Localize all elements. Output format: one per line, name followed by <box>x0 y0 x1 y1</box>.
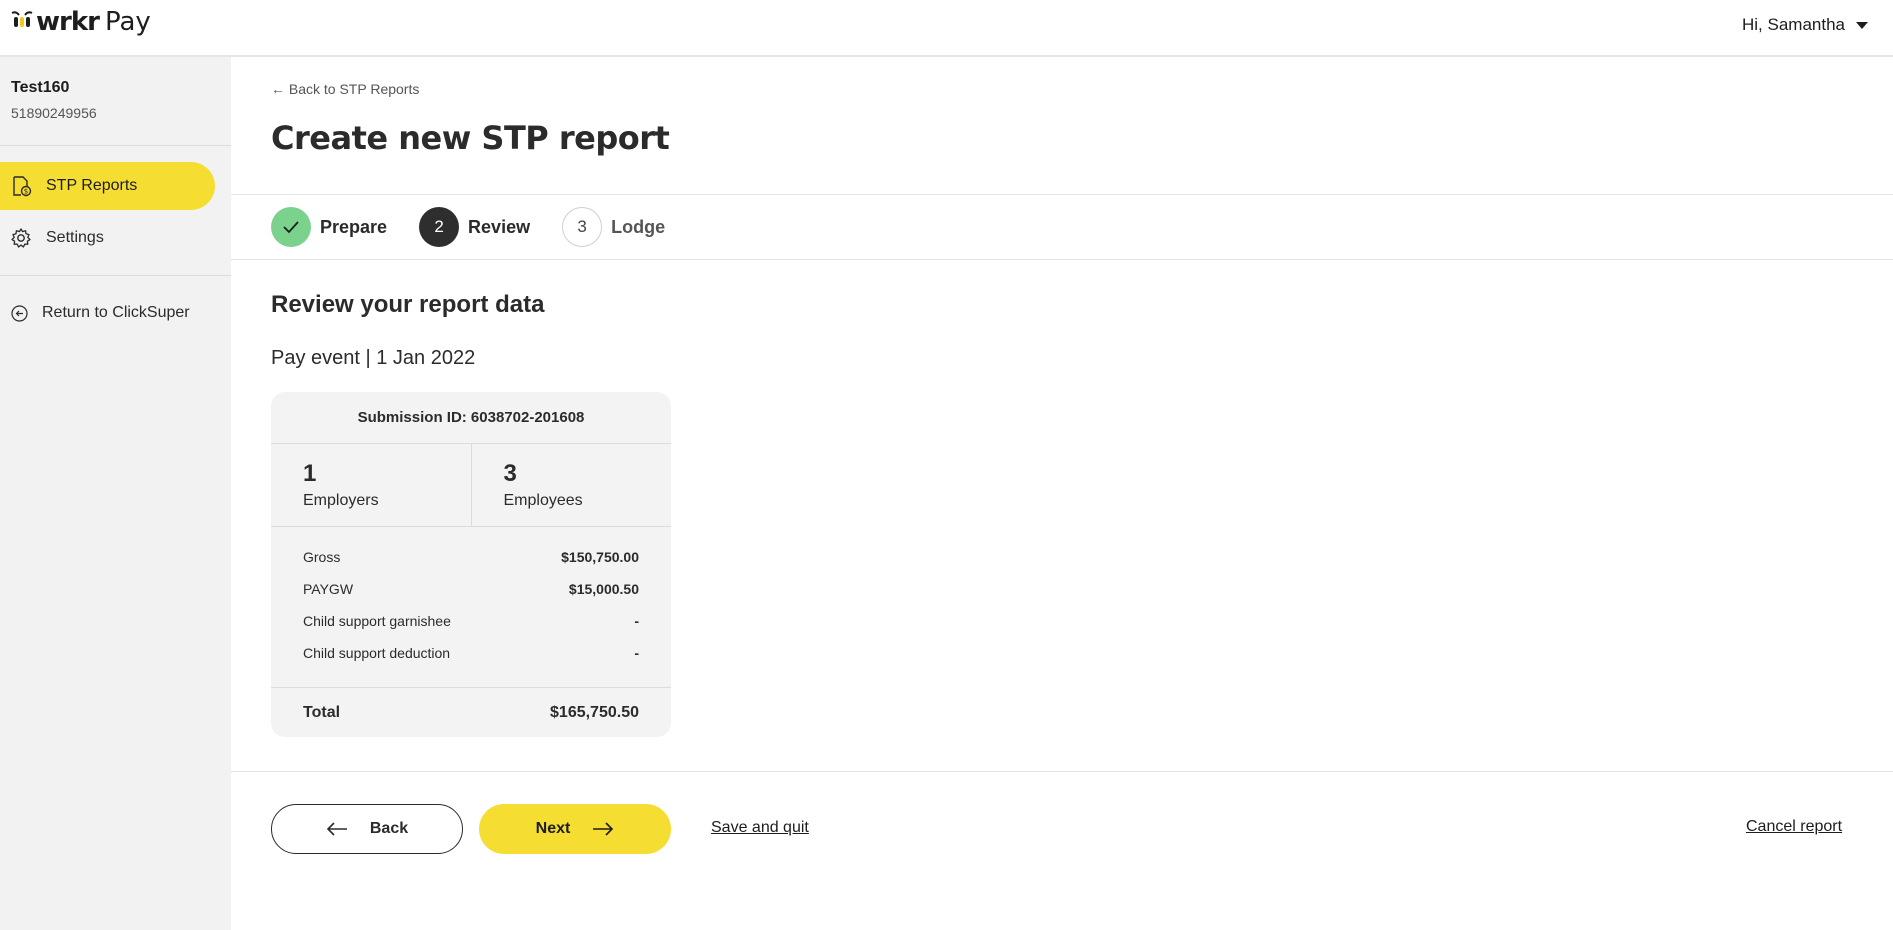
step-label: Review <box>468 216 531 237</box>
step-label: Lodge <box>611 216 666 237</box>
sidebar-item-label: STP Reports <box>46 177 138 194</box>
line-value: - <box>634 613 639 629</box>
sidebar-item-label: Settings <box>46 229 104 246</box>
arrow-left-circle-icon <box>11 304 28 322</box>
back-button-label: Back <box>369 820 409 837</box>
logo-wordmark: wrkr <box>36 7 100 37</box>
step-prepare: Prepare <box>271 207 387 247</box>
employers-count-cell: 1 Employers <box>271 444 471 526</box>
employers-count: 1 <box>303 460 317 487</box>
org-id: 51890249956 <box>11 105 97 121</box>
list-item: Gross $150,750.00 <box>303 549 639 581</box>
sidebar: Test160 51890249956 $ STP Reports Settin… <box>0 57 231 930</box>
page-title: Create new STP report <box>271 119 670 157</box>
divider <box>231 771 1893 772</box>
report-summary-card: Submission ID: 6038702-201608 1 Employer… <box>271 392 671 737</box>
back-to-stp-reports-link[interactable]: ← Back to STP Reports <box>271 81 419 97</box>
sidebar-item-stp-reports[interactable]: $ STP Reports <box>0 162 215 210</box>
user-menu[interactable]: Hi, Samantha <box>1742 15 1868 35</box>
section-title: Review your report data <box>271 291 545 318</box>
total-label: Total <box>303 704 341 721</box>
next-button[interactable]: Next <box>479 804 671 854</box>
submission-id: Submission ID: 6038702-201608 <box>271 392 671 444</box>
list-item: PAYGW $15,000.50 <box>303 581 639 613</box>
line-label: PAYGW <box>303 581 354 597</box>
line-value: - <box>634 645 639 661</box>
sidebar-nav: $ STP Reports Settings <box>0 146 231 276</box>
total-value: $165,750.50 <box>550 704 639 721</box>
return-link-label: Return to ClickSuper <box>42 304 190 321</box>
save-and-quit-link[interactable]: Save and quit <box>711 819 809 837</box>
counts-row: 1 Employers 3 Employees <box>271 444 671 527</box>
step-number: 3 <box>562 207 603 247</box>
pay-event-heading: Pay event | 1 Jan 2022 <box>271 347 476 369</box>
employees-count: 3 <box>503 460 517 487</box>
gear-icon <box>11 228 31 248</box>
total-row: Total $165,750.50 <box>271 688 671 722</box>
line-value: $150,750.00 <box>561 549 639 565</box>
main-content: ← Back to STP Reports Create new STP rep… <box>231 57 1893 930</box>
check-icon <box>271 207 311 247</box>
bee-logo-icon <box>11 11 33 27</box>
employees-label: Employees <box>503 492 583 509</box>
step-label: Prepare <box>320 216 388 237</box>
svg-text:$: $ <box>24 188 28 196</box>
line-label: Child support deduction <box>303 645 451 661</box>
sidebar-item-settings[interactable]: Settings <box>0 214 215 262</box>
line-value: $15,000.50 <box>568 581 639 597</box>
back-button[interactable]: Back <box>271 804 463 854</box>
arrow-left-icon <box>326 822 347 836</box>
step-review: 2 Review <box>419 207 530 247</box>
cancel-report-link[interactable]: Cancel report <box>1746 818 1842 836</box>
step-lodge: 3 Lodge <box>562 207 665 247</box>
next-button-label: Next <box>535 820 571 837</box>
return-to-clicksuper-link[interactable]: Return to ClickSuper <box>0 276 231 322</box>
arrow-right-icon <box>593 822 614 836</box>
organisation-info: Test160 51890249956 <box>0 57 231 146</box>
user-greeting: Hi, Samantha <box>1742 15 1845 34</box>
line-label: Gross <box>303 549 341 565</box>
list-item: Child support garnishee - <box>303 613 639 645</box>
line-label: Child support garnishee <box>303 613 451 629</box>
org-name: Test160 <box>11 79 70 96</box>
report-dollar-icon: $ <box>13 176 32 197</box>
employees-count-cell: 3 Employees <box>470 444 672 526</box>
employers-label: Employers <box>303 492 379 509</box>
wrkr-pay-logo[interactable]: wrkr Pay <box>10 6 151 38</box>
amount-lines: Gross $150,750.00 PAYGW $15,000.50 Child… <box>271 527 671 688</box>
progress-stepper: Prepare 2 Review 3 Lodge <box>231 194 1893 260</box>
top-bar: wrkr Pay Hi, Samantha <box>0 0 1893 57</box>
caret-down-icon <box>1856 21 1868 29</box>
list-item: Child support deduction - <box>303 645 639 677</box>
step-number: 2 <box>419 207 460 247</box>
logo-product: Pay <box>104 7 151 37</box>
